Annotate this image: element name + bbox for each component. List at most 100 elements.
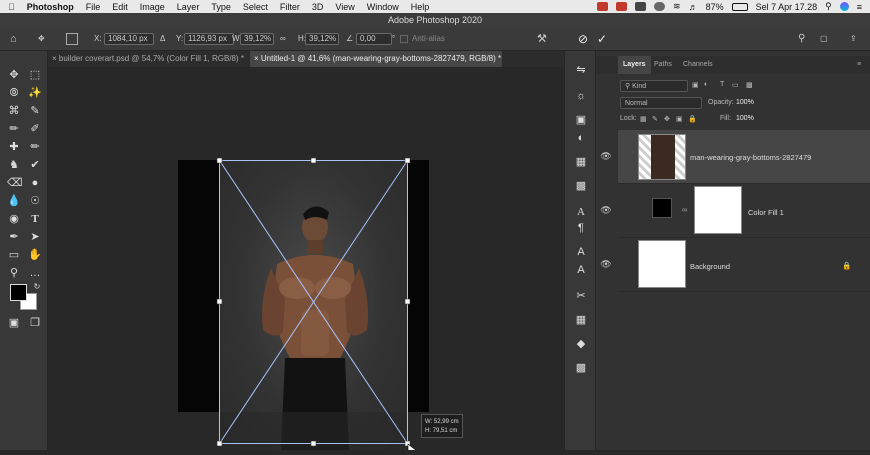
screen-mode-icon[interactable]: ❐ [28,316,42,330]
crop-tool-icon[interactable]: ⌘ [7,104,21,118]
tab-channels[interactable]: Channels [678,56,718,74]
clone-stamp-tool-icon[interactable]: ♞ [7,158,21,172]
transform-handle-bl[interactable] [216,440,223,447]
menu-image[interactable]: Image [140,2,165,12]
visibility-eye-icon[interactable]: 👁 [600,258,612,270]
fill-value[interactable]: 100% [736,115,754,122]
transform-handle-tl[interactable] [216,157,223,164]
tab-layers[interactable]: Layers [618,56,651,74]
transform-bounding-box[interactable] [48,67,564,450]
brush-tool-icon[interactable]: ✏ [7,122,21,136]
delta-icon[interactable]: Δ [160,32,165,46]
tab-builder-coverart[interactable]: × builder coverart.psd @ 54,7% (Color Fi… [48,51,250,67]
filter-smart-object-icon[interactable]: ▩ [746,81,753,89]
filter-pixel-icon[interactable]: ▣ [692,81,699,89]
adjust-panel-icon[interactable]: ⇋ [574,63,588,77]
filter-shape-icon[interactable]: ▭ [732,81,739,89]
app-tray-icon[interactable] [616,2,628,11]
sponge-tool-icon[interactable]: ◉ [7,212,21,226]
lock-transparent-icon[interactable]: ▦ [640,115,647,123]
record-icon[interactable] [597,2,609,11]
panel-menu-icon[interactable]: ≡ [852,56,866,74]
menu-app-name[interactable]: Photoshop [27,2,74,12]
pen-tool-icon[interactable]: ✒ [7,230,21,244]
rectangle-tool-icon[interactable]: ▭ [7,248,21,262]
history-brush-tool-icon[interactable]: ✔ [28,158,42,172]
layer-row-background[interactable]: 👁 Background 🔒 [600,238,870,292]
pencil-tool-icon[interactable]: ✐ [28,122,42,136]
healing-brush-tool-icon[interactable]: ✚ [7,140,21,154]
sync-icon[interactable] [654,2,666,11]
paragraph-panel-icon[interactable]: ¶ [574,221,588,235]
swatches-panel-icon[interactable]: ▦ [574,155,588,169]
warp-icon[interactable]: ⚒ [537,32,547,46]
transform-handle-b[interactable] [310,440,317,447]
commit-transform-icon[interactable]: ✓ [597,32,607,46]
control-center-icon[interactable]: ≡ [857,2,862,12]
move-tool-icon[interactable]: ✥ [7,68,21,82]
transform-handle-tr[interactable] [404,157,411,164]
opacity-value[interactable]: 100% [736,99,754,106]
lasso-tool-icon[interactable]: ⦾ [7,86,21,100]
layer-link-icon[interactable]: ∞ [682,205,687,214]
menu-filter[interactable]: Filter [280,2,300,12]
color-panel-icon[interactable]: ◐ [574,131,588,145]
mixer-brush-tool-icon[interactable]: ✏ [28,140,42,154]
quick-select-tool-icon[interactable]: ✨ [28,86,42,100]
menu-edit[interactable]: Edit [112,2,128,12]
visibility-eye-icon[interactable]: 👁 [600,204,612,216]
blend-mode-select[interactable]: Normal [620,97,702,109]
apple-icon[interactable]:  [8,2,15,12]
layer-row-photo[interactable]: 👁 man-wearing-gray-bottoms-2827479 [600,130,870,184]
home-icon[interactable]: ⌂ [10,32,17,46]
layer-row-color-fill[interactable]: 👁 ∞ Color Fill 1 [600,184,870,238]
menu-type[interactable]: Type [211,2,231,12]
properties-panel-icon[interactable]: ▩ [574,179,588,193]
link-icon[interactable]: ∞ [280,32,286,46]
canvas-area[interactable]: W: 52,99 cm H: 79,51 cm [48,67,564,450]
share-icon[interactable]: ⇪ [850,32,857,46]
marquee-tool-icon[interactable]: ⬚ [28,68,42,82]
tools-panel-icon[interactable]: ✂ [574,289,588,303]
tab-close-icon[interactable]: × [52,54,57,63]
swap-colors-icon[interactable]: ↻ [30,280,44,294]
foreground-color-swatch[interactable] [10,284,27,301]
navigator-panel-icon[interactable]: ▩ [574,361,588,375]
zoom-tool-icon[interactable]: ⚲ [7,266,21,280]
quick-mask-icon[interactable]: ▣ [7,316,21,330]
learn-panel-icon[interactable]: ☼ [574,89,588,103]
glyphs-panel-icon[interactable]: A [574,245,588,259]
menu-help[interactable]: Help [411,2,430,12]
eraser-tool-icon[interactable]: ⌫ [7,176,23,190]
tab-paths[interactable]: Paths [649,56,677,74]
filter-type-icon[interactable]: T [720,81,724,88]
move-tool-preset-icon[interactable]: ✥ [38,32,45,46]
menu-view[interactable]: View [335,2,354,12]
reference-point-icon[interactable] [66,33,78,45]
cancel-transform-icon[interactable]: ⊘ [578,32,588,46]
character-panel-icon[interactable]: A [574,205,588,219]
transform-handle-r[interactable] [404,298,411,305]
filter-adjustment-icon[interactable]: ◐ [704,81,708,88]
menu-layer[interactable]: Layer [177,2,200,12]
hand-tool-icon[interactable]: ✋ [28,248,42,262]
lock-position-icon[interactable]: ✥ [664,115,670,123]
menu-window[interactable]: Window [367,2,399,12]
filter-kind-dropdown[interactable]: ⚲ Kind [620,80,688,92]
clock[interactable]: Sel 7 Apr 17.28 [756,2,818,12]
creative-cloud-icon[interactable] [635,2,647,11]
tab-close-icon[interactable]: × [254,54,259,63]
menu-file[interactable]: File [86,2,101,12]
volume-icon[interactable]: ♬ [689,2,698,12]
search-icon[interactable]: ⚲ [798,32,805,46]
grid-panel-icon[interactable]: ▦ [574,313,588,327]
eyedropper-tool-icon[interactable]: ✎ [28,104,42,118]
siri-icon[interactable] [839,2,849,11]
menu-select[interactable]: Select [243,2,268,12]
libraries-panel-icon[interactable]: ▣ [574,113,588,127]
paint-bucket-tool-icon[interactable]: ● [28,176,42,190]
type-tool-icon[interactable]: T [28,212,42,226]
character-styles-icon[interactable]: A [574,263,588,277]
more-tools-icon[interactable]: … [28,266,42,280]
path-select-tool-icon[interactable]: ➤ [28,230,42,244]
